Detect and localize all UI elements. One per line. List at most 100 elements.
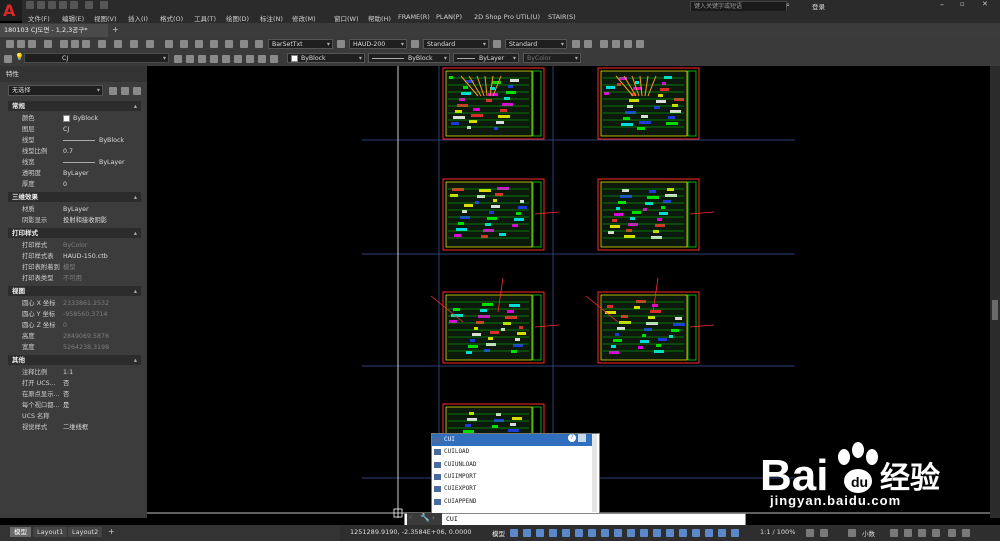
property-row[interactable]: 圆心 Z 坐标 0 <box>8 320 141 331</box>
tb-viewport1-icon[interactable] <box>572 40 580 48</box>
tb-viewport4-icon[interactable] <box>612 40 620 48</box>
color-select[interactable]: ByBlock ▾ <box>287 53 365 63</box>
property-row[interactable]: 打印表类型 不可用 <box>8 273 141 284</box>
make-current-icon[interactable] <box>174 55 182 63</box>
tb-paste-icon[interactable] <box>82 40 90 48</box>
drawing-sheet[interactable] <box>597 67 700 140</box>
mleader-style-select[interactable]: Standard ▾ <box>505 39 567 49</box>
collapse-icon[interactable]: ▴ <box>134 286 137 296</box>
property-row[interactable]: 颜色 ByBlock <box>8 113 141 124</box>
tb-new-icon[interactable] <box>6 40 14 48</box>
collapse-icon[interactable]: ▴ <box>134 228 137 238</box>
snap-icon[interactable] <box>523 529 531 537</box>
tb-copy-icon[interactable] <box>71 40 79 48</box>
minimize-icon[interactable]: – <box>940 0 944 9</box>
plotstyle-select[interactable]: ByColor ▾ <box>523 53 581 63</box>
tb-textstyle-icon[interactable] <box>255 40 263 48</box>
tb-zoom-window-icon[interactable] <box>180 40 188 48</box>
collapse-icon[interactable]: ▴ <box>134 101 137 111</box>
tb-zoom-prev-icon[interactable] <box>195 40 203 48</box>
gizmo-icon[interactable] <box>705 529 713 537</box>
property-row[interactable]: 高度 2849069.5876 <box>8 331 141 342</box>
lineweight-icon[interactable] <box>627 529 635 537</box>
new-tab-icon[interactable]: + <box>112 25 119 34</box>
quick-properties-icon[interactable] <box>890 529 898 537</box>
property-row[interactable]: 在原点显示... 否 <box>8 389 141 400</box>
layer-state-icon[interactable]: 💡 <box>15 53 24 61</box>
section-header[interactable]: 其他 ▴ <box>8 355 141 365</box>
drawing-sheet[interactable] <box>585 277 715 364</box>
section-header[interactable]: 三维效果 ▴ <box>8 192 141 202</box>
infer-icon[interactable] <box>536 529 544 537</box>
menu-item[interactable]: STAIR(S) <box>548 13 576 21</box>
document-tab[interactable]: 180103 CJ도면 - 1,2,3공구* <box>0 24 108 37</box>
tb-save-icon[interactable] <box>28 40 36 48</box>
isodraft-icon[interactable] <box>588 529 596 537</box>
menu-item[interactable]: 插入(I) <box>128 13 148 23</box>
customize-icon[interactable]: 🔧 <box>420 513 430 522</box>
property-row[interactable]: 图层 CJ <box>8 124 141 135</box>
collapse-icon[interactable]: ▴ <box>134 192 137 202</box>
quick-select-icon[interactable] <box>133 87 141 95</box>
drawing-sheet[interactable] <box>430 277 560 364</box>
tb-designcenter-icon[interactable] <box>225 40 233 48</box>
dynamic-ucs-icon[interactable] <box>679 529 687 537</box>
drawing-sheet[interactable] <box>442 178 560 251</box>
scrollbar-thumb[interactable] <box>992 300 998 320</box>
hardware-acceleration-icon[interactable] <box>932 529 940 537</box>
layer-iso-icon[interactable] <box>198 55 206 63</box>
model-space-button[interactable]: 模型 <box>492 528 505 538</box>
tb-properties-icon[interactable] <box>210 40 218 48</box>
dim-style-select[interactable]: HAUD-200 ▾ <box>349 39 407 49</box>
collapse-icon[interactable]: ▴ <box>134 355 137 365</box>
tb-dimstyle-icon[interactable] <box>337 40 345 48</box>
menu-item[interactable]: 视图(V) <box>94 13 117 23</box>
menu-item[interactable]: 绘图(D) <box>226 13 249 23</box>
tb-viewport5-icon[interactable] <box>624 40 632 48</box>
annotation-visibility-icon[interactable] <box>718 529 726 537</box>
transparency-icon[interactable] <box>640 529 648 537</box>
3d-osnap-icon[interactable] <box>666 529 674 537</box>
annotation-monitor-icon[interactable] <box>820 529 828 537</box>
osnap-track-icon[interactable] <box>601 529 609 537</box>
app-logo[interactable]: A <box>0 0 22 21</box>
grid-icon[interactable] <box>510 529 518 537</box>
property-row[interactable]: 宽度 5264238.3198 <box>8 342 141 353</box>
autocomplete-item[interactable]: CUIIMPORT <box>432 471 592 483</box>
plot-icon[interactable] <box>70 1 78 9</box>
menu-item[interactable]: UTIL(U) <box>516 13 540 21</box>
tb-cut-icon[interactable] <box>60 40 68 48</box>
linetype-select[interactable]: ByBlock ▾ <box>368 53 450 63</box>
layer-match-icon[interactable] <box>246 55 254 63</box>
section-header[interactable]: 打印样式 ▴ <box>8 228 141 238</box>
menu-item[interactable]: 工具(T) <box>194 13 216 23</box>
property-row[interactable]: 材质 ByLayer <box>8 204 141 215</box>
autocomplete-item[interactable]: CUIUNLOAD <box>432 459 592 471</box>
selection-filter-icon[interactable] <box>692 529 700 537</box>
layer-walk-icon[interactable] <box>258 55 266 63</box>
layer-merge-icon[interactable] <box>270 55 278 63</box>
text-style-select[interactable]: BarSetTxt ▾ <box>268 39 333 49</box>
menu-item[interactable]: PLAN(P) <box>436 13 462 21</box>
tb-toolpalette-icon[interactable] <box>240 40 248 48</box>
polar-icon[interactable] <box>575 529 583 537</box>
open-icon[interactable] <box>37 1 45 9</box>
layer-lock-icon[interactable] <box>234 55 242 63</box>
layout-tab[interactable]: 模型 <box>10 527 31 537</box>
units-select[interactable]: 小数 <box>862 528 875 538</box>
help-icon[interactable]: ? <box>568 434 576 442</box>
new-icon[interactable] <box>26 1 34 9</box>
customize-icon[interactable] <box>962 529 970 537</box>
property-row[interactable]: 视觉样式 二维线框 <box>8 422 141 433</box>
close-command-icon[interactable]: ✕ <box>407 513 414 522</box>
autocomplete-item[interactable]: CUILOAD <box>432 446 592 458</box>
vertical-scrollbar[interactable] <box>990 66 1000 518</box>
tb-redo-icon[interactable] <box>130 40 138 48</box>
tb-pan-icon[interactable] <box>146 40 154 48</box>
layout-tab[interactable]: Layout2 <box>68 527 103 537</box>
annotation-scale[interactable]: 1:1 / 100% <box>760 528 795 536</box>
selection-cycling-icon[interactable] <box>653 529 661 537</box>
lineweight-select[interactable]: ByLayer ▾ <box>453 53 519 63</box>
tb-open-icon[interactable] <box>17 40 25 48</box>
tb-mleaderstyle-icon[interactable] <box>493 40 501 48</box>
